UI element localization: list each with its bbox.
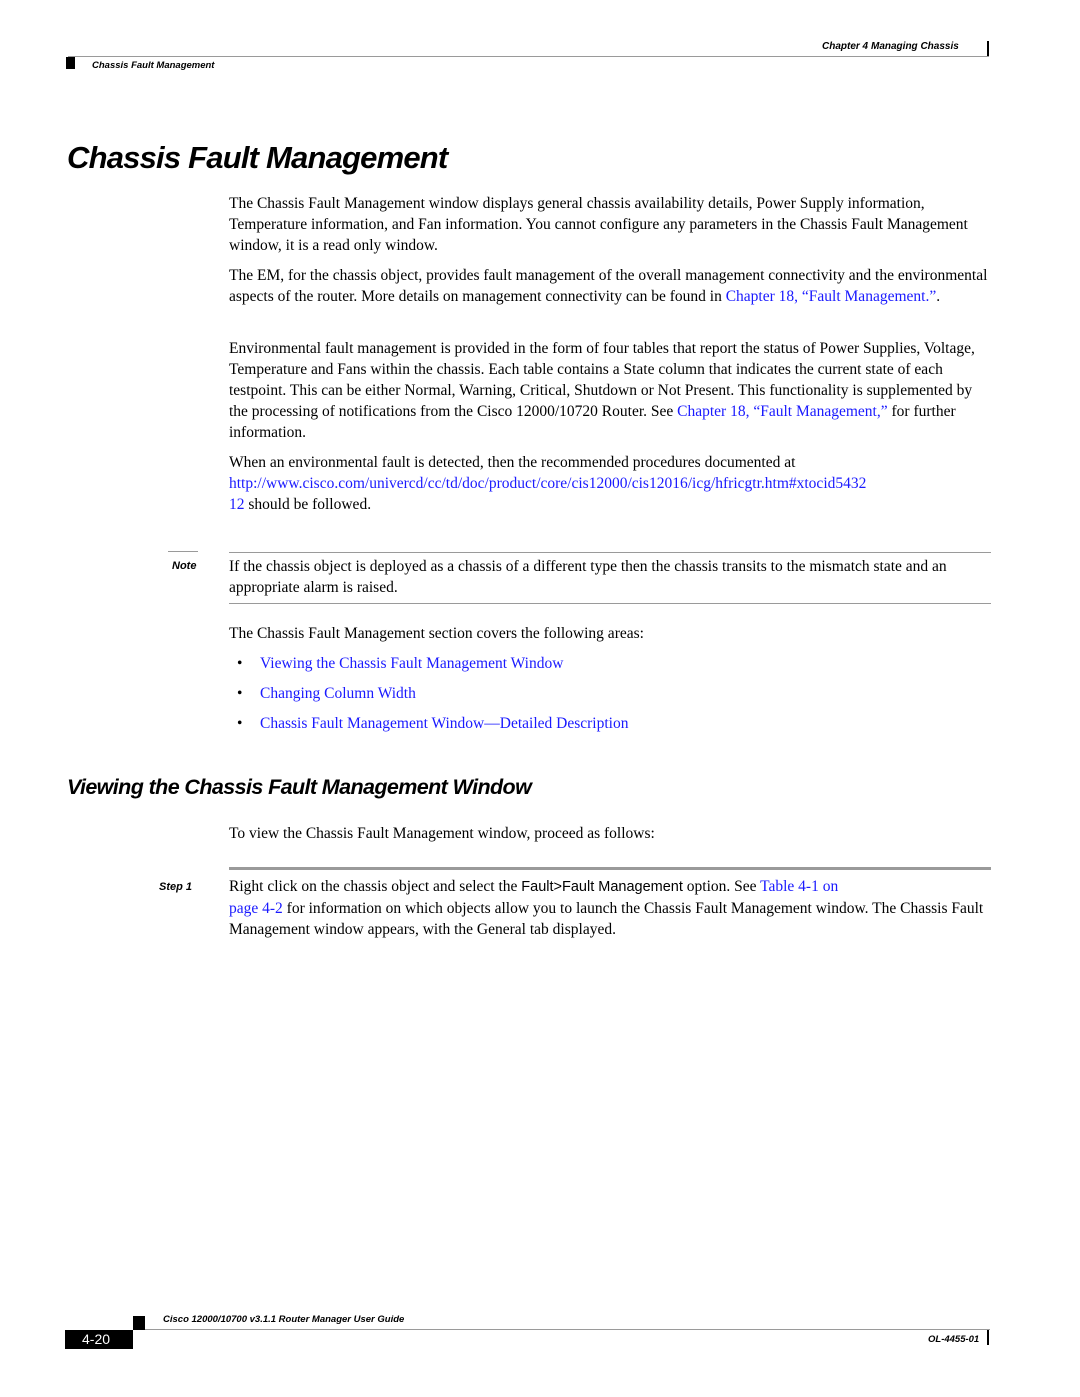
header-section-marker [66,57,75,69]
paragraph-2-end: . [936,288,941,305]
bullet-item: • Viewing the Chassis Fault Management Wi… [229,653,628,683]
header-section-label: Chassis Fault Management [92,60,215,71]
page-number: 4-20 [82,1331,111,1347]
bullet-item: • Changing Column Width [229,683,628,713]
footer-end-bar [987,1330,989,1345]
footer-rule [145,1329,990,1330]
menu-path: Fault>Fault Management [521,879,683,895]
paragraph-4-end: should be followed. [244,496,372,513]
procedures-paragraph: When an environmental fault is detected,… [229,452,1009,515]
bullet-item: • Chassis Fault Management Window—Detaile… [229,713,628,743]
table-4-1-link[interactable]: Table 4-1 on [760,878,838,895]
step-1-text: Right click on the chassis object and se… [229,876,999,940]
em-paragraph: The EM, for the chassis object, provides… [229,265,991,307]
chapter-18-link-2[interactable]: Chapter 18, “Fault Management,” [677,403,887,420]
chapter-18-link[interactable]: Chapter 18, “Fault Management.” [726,288,936,305]
step-1-text-b: option. See [682,878,761,895]
paragraph-2: The EM, for the chassis object, provides… [229,265,991,307]
step-1-label: Step 1 [159,881,193,893]
note-top-rule [229,552,991,553]
step-1-text-a: Right click on the chassis object and se… [229,878,522,895]
viewing-window-link[interactable]: Viewing the Chassis Fault Management Win… [260,655,563,672]
page-title: Chassis Fault Management [67,140,448,175]
paragraph-3: Environmental fault management is provid… [229,338,991,443]
paragraph-1: The Chassis Fault Management window disp… [229,195,968,254]
cisco-url-link-continued[interactable]: 12 [229,496,245,513]
bullet-icon: • [237,655,243,672]
note-label: Note [172,560,197,572]
paragraph-4-line-3: 12 should be followed. [229,494,1009,515]
bullet-icon: • [237,715,243,732]
section-intro: The Chassis Fault Management section cov… [229,625,644,642]
doc-number: OL-4455-01 [928,1334,980,1345]
subsection-intro: To view the Chassis Fault Management win… [229,825,655,842]
header-end-bar [987,41,989,56]
step-1-paragraph: Right click on the chassis object and se… [229,876,999,940]
bullet-icon: • [237,685,243,702]
header-rule [68,56,989,57]
page-4-2-link[interactable]: page 4-2 [229,900,283,917]
detailed-description-link[interactable]: Chassis Fault Management Window—Detailed… [260,715,628,732]
footer-marker [133,1316,145,1330]
subsection-title: Viewing the Chassis Fault Management Win… [67,775,532,799]
paragraph-4-line-2: http://www.cisco.com/univercd/cc/td/doc/… [229,473,1009,494]
note-bottom-rule [229,603,991,604]
changing-column-width-link[interactable]: Changing Column Width [260,685,416,702]
section-bullet-list: • Viewing the Chassis Fault Management Wi… [229,653,628,743]
step-1-text-c: for information on which objects allow y… [229,900,984,938]
environmental-paragraph: Environmental fault management is provid… [229,338,991,443]
header-chapter-title: Managing Chassis [871,41,959,52]
note-text: If the chassis object is deployed as a c… [229,558,947,596]
footer-guide-title: Cisco 12000/10700 v3.1.1 Router Manager … [163,1314,405,1325]
cisco-url-link[interactable]: http://www.cisco.com/univercd/cc/td/doc/… [229,475,866,492]
header-chapter-label: Chapter 4 [822,41,869,52]
paragraph-4-line-1: When an environmental fault is detected,… [229,454,796,471]
note-short-rule [168,551,198,552]
intro-paragraph: The Chassis Fault Management window disp… [229,193,991,256]
step-rule [229,867,991,870]
